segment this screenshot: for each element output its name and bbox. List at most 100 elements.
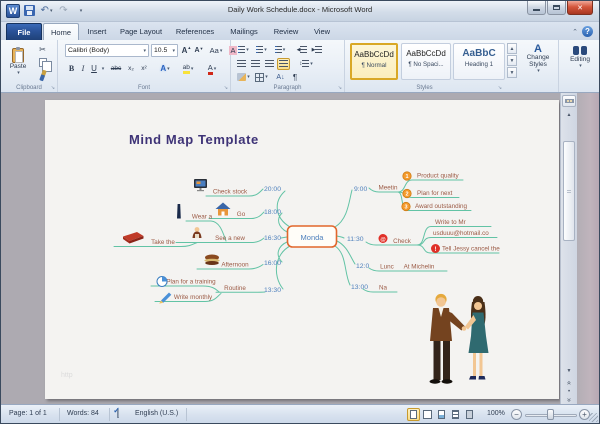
- topic-plan-training[interactable]: Plan for a training: [166, 279, 216, 286]
- undo-dropdown-icon[interactable]: ▾: [50, 8, 53, 14]
- time-1300[interactable]: 13:00: [351, 284, 368, 291]
- minimize-ribbon-icon[interactable]: ⌃: [572, 28, 578, 36]
- styles-gallery-more[interactable]: ▼: [507, 67, 517, 78]
- redo-button[interactable]: ↷: [56, 3, 71, 18]
- print-layout-view-button[interactable]: [407, 408, 420, 421]
- styles-scroll-down[interactable]: ▼: [507, 55, 517, 66]
- topic-go[interactable]: Go: [237, 211, 246, 218]
- tab-insert[interactable]: Insert: [81, 23, 113, 40]
- topic-product-quality[interactable]: Product quality: [417, 173, 460, 180]
- cut-button[interactable]: ✂: [35, 44, 50, 55]
- clipboard-dialog-launcher[interactable]: ↘: [51, 86, 55, 91]
- topic-tell-jessy[interactable]: Tell Jessy cancel the: [442, 246, 500, 253]
- align-left-button[interactable]: [235, 58, 248, 70]
- underline-button[interactable]: U: [89, 62, 99, 75]
- time-1800[interactable]: 18:00: [264, 209, 281, 216]
- show-hide-pilcrow-button[interactable]: ¶: [289, 71, 301, 83]
- text-effects-button[interactable]: A ▾: [156, 62, 174, 75]
- change-case-button[interactable]: Aa ▾: [208, 44, 224, 57]
- bullets-button[interactable]: ▾: [235, 44, 252, 56]
- ruler-toggle-button[interactable]: [562, 95, 576, 107]
- restore-button[interactable]: [547, 1, 566, 15]
- font-family-combo[interactable]: Calibri (Body) ▾: [65, 44, 149, 57]
- grow-font-button[interactable]: A ▲: [180, 44, 193, 57]
- shrink-font-button[interactable]: A ▼: [193, 44, 205, 57]
- topic-take-the[interactable]: Take the: [151, 239, 175, 246]
- tab-review[interactable]: Review: [267, 23, 305, 40]
- page-count[interactable]: Page: 1 of 1: [9, 410, 47, 417]
- topic-nap[interactable]: Na: [379, 285, 388, 292]
- document-heading[interactable]: Mind Map Template: [129, 132, 259, 147]
- topic-at-michelin[interactable]: At Michelin: [404, 264, 435, 271]
- undo-button[interactable]: ↶ ▾: [39, 3, 54, 18]
- italic-button[interactable]: I: [78, 62, 88, 75]
- topic-wear-a[interactable]: Wear a: [192, 214, 213, 221]
- topic-email[interactable]: usduuu@hotmail.co: [433, 230, 489, 237]
- style-no-spacing[interactable]: AaBbCcDd ¶ No Spaci...: [401, 43, 451, 80]
- word-count[interactable]: Words: 84: [67, 410, 99, 417]
- zoom-out-button[interactable]: −: [511, 409, 522, 420]
- font-color-button[interactable]: A ▾: [202, 62, 222, 75]
- time-1600[interactable]: 16:00: [264, 260, 281, 267]
- topic-routine[interactable]: Routine: [224, 285, 246, 292]
- resize-grip[interactable]: [589, 413, 598, 422]
- decrease-indent-button[interactable]: ◀: [295, 44, 309, 56]
- time-1330[interactable]: 13:30: [264, 287, 281, 294]
- time-1130[interactable]: 11:30: [347, 236, 364, 243]
- numbering-button[interactable]: ▾: [253, 44, 270, 56]
- strikethrough-button[interactable]: abc: [108, 62, 124, 75]
- title-bar[interactable]: W ↶ ▾ ↷ ▾ Daily Work Schedule.docx - Micr…: [1, 1, 599, 22]
- shading-button[interactable]: ▾: [235, 71, 252, 83]
- mindmap-center-node[interactable]: Monda: [286, 225, 338, 248]
- save-button[interactable]: [22, 3, 37, 18]
- fullscreen-reading-view-button[interactable]: [421, 408, 434, 421]
- topic-award-outstanding[interactable]: Award outstanding: [415, 203, 468, 210]
- zoom-slider-thumb[interactable]: [547, 409, 554, 420]
- font-dialog-launcher[interactable]: ↘: [224, 86, 228, 91]
- language-status[interactable]: English (U.S.): [135, 410, 178, 417]
- tab-home[interactable]: Home: [43, 23, 79, 40]
- align-right-button[interactable]: [263, 58, 276, 70]
- draft-view-button[interactable]: [463, 408, 476, 421]
- help-icon[interactable]: ?: [582, 26, 593, 37]
- superscript-button[interactable]: x²: [138, 62, 150, 75]
- topic-check-stock[interactable]: Check stock: [213, 189, 248, 196]
- minimize-button[interactable]: [527, 1, 546, 15]
- tab-file[interactable]: File: [6, 23, 42, 40]
- word-logo-icon[interactable]: W: [6, 3, 20, 18]
- change-styles-button[interactable]: A Change Styles ▾: [519, 44, 557, 75]
- document-page[interactable]: Mind Map Template http Monda 20:00 18:00…: [45, 100, 559, 399]
- topic-afternoon[interactable]: Afternoon: [221, 262, 249, 269]
- close-button[interactable]: ✕: [567, 1, 593, 15]
- paste-button[interactable]: Paste ▾: [5, 43, 31, 81]
- zoom-level[interactable]: 100%: [487, 410, 505, 417]
- tab-view[interactable]: View: [307, 23, 337, 40]
- styles-dialog-launcher[interactable]: ↘: [498, 86, 502, 91]
- multilevel-list-button[interactable]: ▾: [271, 44, 289, 56]
- time-1630[interactable]: 16:30: [264, 235, 281, 242]
- font-size-combo[interactable]: 10.5 ▾: [151, 44, 178, 57]
- style-heading1[interactable]: AaBbC Heading 1: [453, 43, 505, 80]
- sort-button[interactable]: A↓: [273, 71, 288, 83]
- outline-view-button[interactable]: [449, 408, 462, 421]
- scroll-down-arrow[interactable]: ▼: [562, 367, 576, 375]
- time-2000[interactable]: 20:00: [264, 186, 281, 193]
- align-center-button[interactable]: [249, 58, 262, 70]
- tab-references[interactable]: References: [169, 23, 221, 40]
- highlight-button[interactable]: ab ▾: [178, 62, 198, 75]
- paragraph-dialog-launcher[interactable]: ↘: [338, 86, 342, 91]
- editing-button[interactable]: Editing ▾: [566, 46, 594, 69]
- time-900[interactable]: 9:00: [354, 186, 367, 193]
- format-painter-button[interactable]: [35, 69, 50, 82]
- qat-customize-button[interactable]: ▾: [73, 3, 88, 18]
- underline-dropdown[interactable]: ▾: [99, 62, 106, 75]
- style-normal[interactable]: AaBbCcDd ¶ Normal: [350, 43, 398, 80]
- topic-write-to-mr[interactable]: Write to Mr: [435, 219, 466, 226]
- time-120[interactable]: 12:0: [356, 263, 369, 270]
- topic-see-a-new[interactable]: See a new: [215, 235, 245, 242]
- scroll-up-arrow[interactable]: ▲: [562, 111, 576, 119]
- scrollbar-thumb[interactable]: [563, 141, 575, 241]
- web-layout-view-button[interactable]: [435, 408, 448, 421]
- styles-scroll-up[interactable]: ▲: [507, 43, 517, 54]
- topic-plan-for-next[interactable]: Plan for next: [417, 190, 453, 197]
